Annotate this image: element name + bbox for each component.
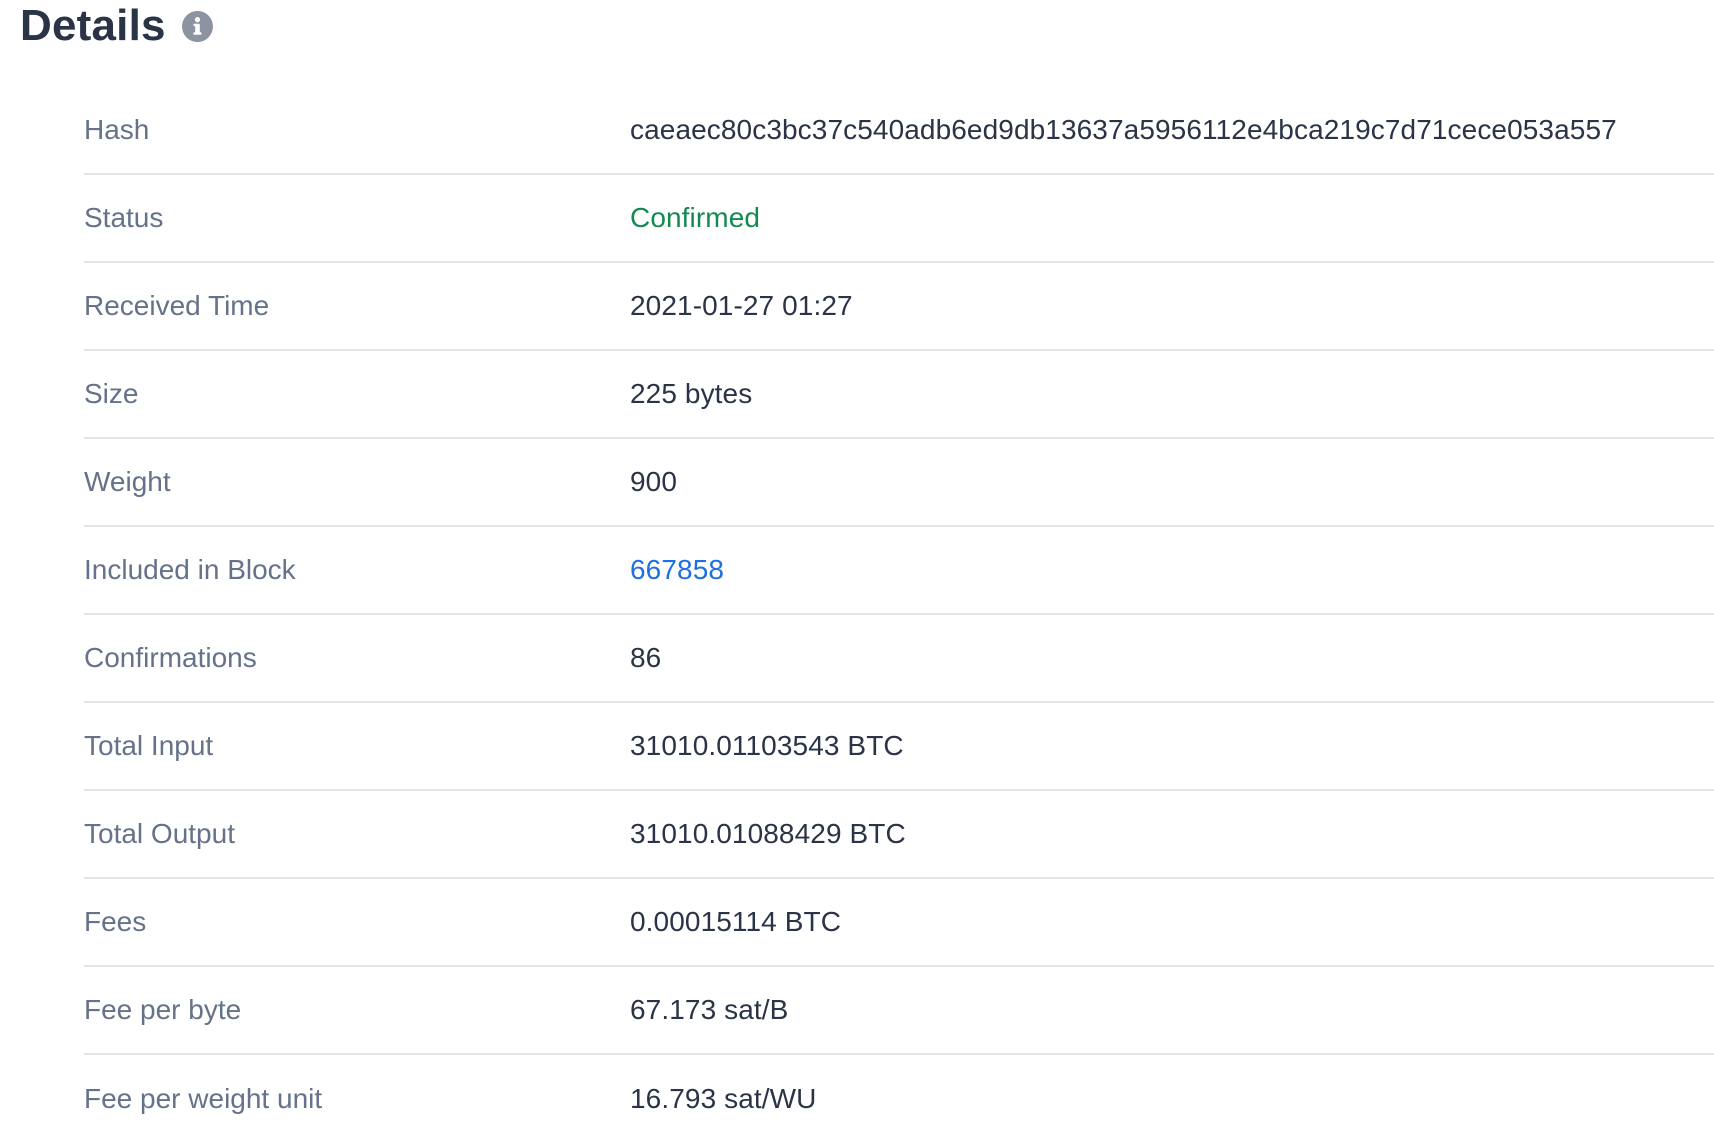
- total-input-label: Total Input: [84, 730, 214, 761]
- confirmations-label: Confirmations: [84, 642, 257, 673]
- fee-per-weight-unit-value: 16.793 sat/WU: [630, 1083, 817, 1114]
- fee-per-byte-label: Fee per byte: [84, 994, 242, 1025]
- size-label: Size: [84, 378, 139, 409]
- detail-row-received-time: Received Time 2021-01-27 01:27: [84, 263, 1714, 351]
- status-value: Confirmed: [630, 202, 761, 233]
- detail-row-confirmations: Confirmations 86: [84, 615, 1714, 703]
- fees-label: Fees: [84, 906, 147, 937]
- transaction-details-page: Details Hash caeaec80c3bc37c540adb6ed9db…: [0, 0, 1714, 1142]
- received-time-label: Received Time: [84, 290, 270, 321]
- confirmations-value: 86: [630, 642, 662, 673]
- block-height-link[interactable]: 667858: [630, 554, 724, 586]
- fees-value: 0.00015114 BTC: [630, 906, 842, 937]
- detail-row-size: Size 225 bytes: [84, 351, 1714, 439]
- detail-row-total-input: Total Input 31010.01103543 BTC: [84, 703, 1714, 791]
- hash-label: Hash: [84, 114, 150, 145]
- detail-row-fees: Fees 0.00015114 BTC: [84, 879, 1714, 967]
- total-output-value: 31010.01088429 BTC: [630, 818, 906, 849]
- weight-value: 900: [630, 466, 678, 497]
- details-table: Hash caeaec80c3bc37c540adb6ed9db13637a59…: [84, 87, 1714, 1142]
- info-circle-icon[interactable]: [181, 10, 213, 42]
- detail-row-weight: Weight 900: [84, 439, 1714, 527]
- received-time-value: 2021-01-27 01:27: [630, 290, 853, 321]
- detail-row-total-output: Total Output 31010.01088429 BTC: [84, 791, 1714, 879]
- fee-per-weight-unit-label: Fee per weight unit: [84, 1083, 323, 1114]
- detail-row-fee-per-weight-unit: Fee per weight unit 16.793 sat/WU: [84, 1055, 1714, 1142]
- included-in-block-label: Included in Block: [84, 554, 296, 585]
- fee-per-byte-value: 67.173 sat/B: [630, 994, 789, 1025]
- detail-row-included-in-block: Included in Block 667858: [84, 527, 1714, 615]
- detail-row-fee-per-byte: Fee per byte 67.173 sat/B: [84, 967, 1714, 1055]
- size-value: 225 bytes: [630, 378, 753, 409]
- weight-label: Weight: [84, 466, 171, 497]
- total-output-label: Total Output: [84, 818, 235, 849]
- details-header: Details: [20, 0, 213, 52]
- page-title: Details: [20, 1, 166, 50]
- status-label: Status: [84, 202, 164, 233]
- total-input-value: 31010.01103543 BTC: [630, 730, 904, 761]
- detail-row-status: Status Confirmed: [84, 175, 1714, 263]
- detail-row-hash: Hash caeaec80c3bc37c540adb6ed9db13637a59…: [84, 87, 1714, 175]
- hash-value: caeaec80c3bc37c540adb6ed9db13637a5956112…: [630, 114, 1617, 145]
